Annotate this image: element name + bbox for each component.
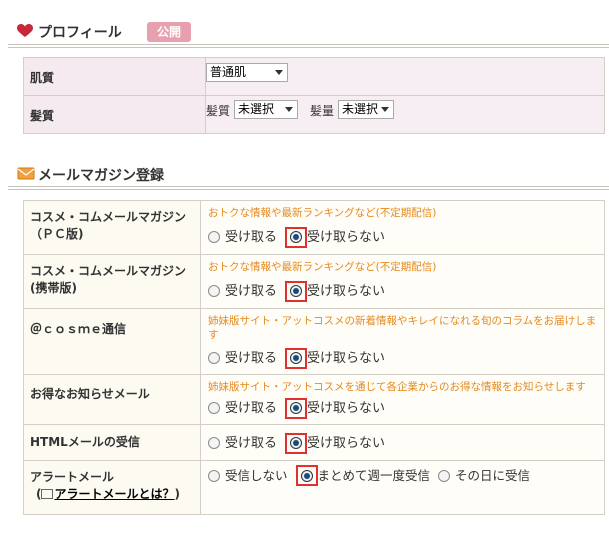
radio-alert-daily-label: その日に受信	[455, 468, 531, 483]
radio-group: 受け取る 受け取らない	[208, 226, 385, 248]
radio-group: 受け取る 受け取らない	[208, 347, 385, 369]
radio-alert-weekly[interactable]	[300, 470, 313, 482]
radio-alert-none-label: 受信しない	[225, 468, 288, 483]
divider	[8, 44, 609, 45]
radio-receive-label: 受け取る	[225, 436, 278, 451]
radio-alert-weekly-label: まとめて週一度受信	[317, 468, 431, 483]
skin-label: 肌質	[23, 57, 206, 96]
hair-quality-select[interactable]: 未選択	[234, 100, 298, 119]
mail-row-label-line2: (携帯版)	[30, 281, 77, 295]
hair-label: 髪質	[23, 95, 206, 134]
radio-alert-daily[interactable]	[438, 470, 451, 482]
alert-label-cell: アラートメール (アラートメールとは？)	[23, 460, 201, 515]
radio-not-receive-label: 受け取らない	[307, 230, 386, 245]
hair-volume-value: 未選択	[342, 102, 379, 116]
radio-not-receive[interactable]	[290, 231, 303, 243]
skin-select[interactable]: 普通肌	[206, 63, 288, 82]
highlight-box	[285, 398, 308, 419]
radio-receive-label: 受け取る	[225, 351, 278, 366]
envelope-icon	[17, 167, 35, 180]
hair-volume-label: 髪量	[310, 104, 335, 118]
alert-help: (アラートメールとは？)	[30, 487, 180, 501]
radio-not-receive-label: 受け取らない	[307, 351, 386, 366]
highlight-box	[285, 348, 308, 369]
radio-alert-none[interactable]	[208, 470, 220, 482]
mail-note: おトクな情報や最新ランキングなど(不定期配信)	[208, 207, 437, 219]
skin-select-value: 普通肌	[210, 65, 247, 79]
highlight-box	[285, 433, 308, 454]
radio-receive-label: 受け取る	[225, 284, 278, 299]
alert-paren-close: )	[174, 487, 180, 501]
radio-not-receive-label: 受け取らない	[307, 436, 386, 451]
radio-not-receive-label: 受け取らない	[307, 401, 386, 416]
mail-row-label: コスメ・コムメールマガジン （ＰＣ版)	[23, 200, 201, 255]
radio-not-receive-label: 受け取らない	[307, 284, 386, 299]
radio-group: 受け取る 受け取らない	[208, 432, 385, 454]
radio-receive[interactable]	[208, 231, 220, 243]
mail-note: おトクな情報や最新ランキングなど(不定期配信)	[208, 261, 437, 273]
chevron-down-icon	[381, 107, 389, 112]
radio-group: 受け取る 受け取らない	[208, 280, 385, 302]
mail-note: 姉妹版サイト・アットコスメを通じて各企業からのお得な情報をお知らせします	[208, 381, 586, 393]
chevron-down-icon	[285, 107, 293, 112]
mail-row-label-line1: コスメ・コムメールマガジン	[30, 264, 187, 278]
mail-row-label-line2: （ＰＣ版)	[30, 227, 84, 241]
mail-row-label-line1: お得なお知らせメール	[30, 387, 150, 401]
mail-note-cont: す	[208, 329, 219, 341]
radio-receive-label: 受け取る	[225, 401, 278, 416]
mail-note: 姉妹版サイト・アットコスメの新着情報やキレイになれる旬のコラムをお届けしま	[208, 315, 597, 327]
hair-quality-value: 未選択	[238, 102, 275, 116]
highlight-box	[285, 227, 308, 248]
radio-receive[interactable]	[208, 352, 220, 364]
radio-receive[interactable]	[208, 437, 220, 449]
profile-table: 肌質 普通肌 髪質 髪質 未選択 髪量 未選択	[23, 57, 605, 134]
mail-row-label: HTMLメールの受信	[23, 424, 201, 461]
divider	[8, 186, 609, 187]
alert-help-link[interactable]: アラートメールとは？	[54, 487, 174, 501]
mail-table: コスメ・コムメールマガジン （ＰＣ版) おトクな情報や最新ランキングなど(不定期…	[23, 200, 605, 515]
mail-row-label: コスメ・コムメールマガジン (携帯版)	[23, 254, 201, 309]
radio-receive[interactable]	[208, 402, 220, 414]
mail-row-label-line1: HTMLメールの受信	[30, 435, 140, 449]
radio-group: 受け取る 受け取らない	[208, 397, 385, 419]
alert-radio-group: 受信しない まとめて週一度受信 その日に受信	[208, 465, 530, 486]
chevron-down-icon	[275, 70, 283, 75]
mail-row-label-line1: ＠ｃｏｓｍｅ通信	[30, 322, 127, 336]
profile-section-title: プロフィール	[38, 25, 122, 41]
divider	[8, 47, 609, 48]
heart-icon	[17, 24, 33, 37]
mail-row-label-line1: コスメ・コムメールマガジン	[30, 210, 187, 224]
mail-section-title: メールマガジン登録	[38, 168, 164, 184]
radio-receive[interactable]	[208, 285, 220, 297]
mail-row-label: お得なお知らせメール	[23, 374, 201, 425]
mail-row-label: ＠ｃｏｓｍｅ通信	[23, 308, 201, 375]
public-badge: 公開	[147, 22, 191, 42]
hair-volume-select[interactable]: 未選択	[338, 100, 394, 119]
radio-not-receive[interactable]	[290, 352, 303, 364]
radio-not-receive[interactable]	[290, 402, 303, 414]
highlight-box	[295, 465, 318, 486]
highlight-box	[285, 281, 308, 302]
hair-quality-label: 髪質	[206, 104, 231, 118]
new-window-icon	[41, 489, 54, 499]
radio-not-receive[interactable]	[290, 285, 303, 297]
radio-not-receive[interactable]	[290, 437, 303, 449]
divider	[8, 189, 609, 190]
alert-label: アラートメール	[30, 470, 115, 484]
radio-receive-label: 受け取る	[225, 230, 278, 245]
